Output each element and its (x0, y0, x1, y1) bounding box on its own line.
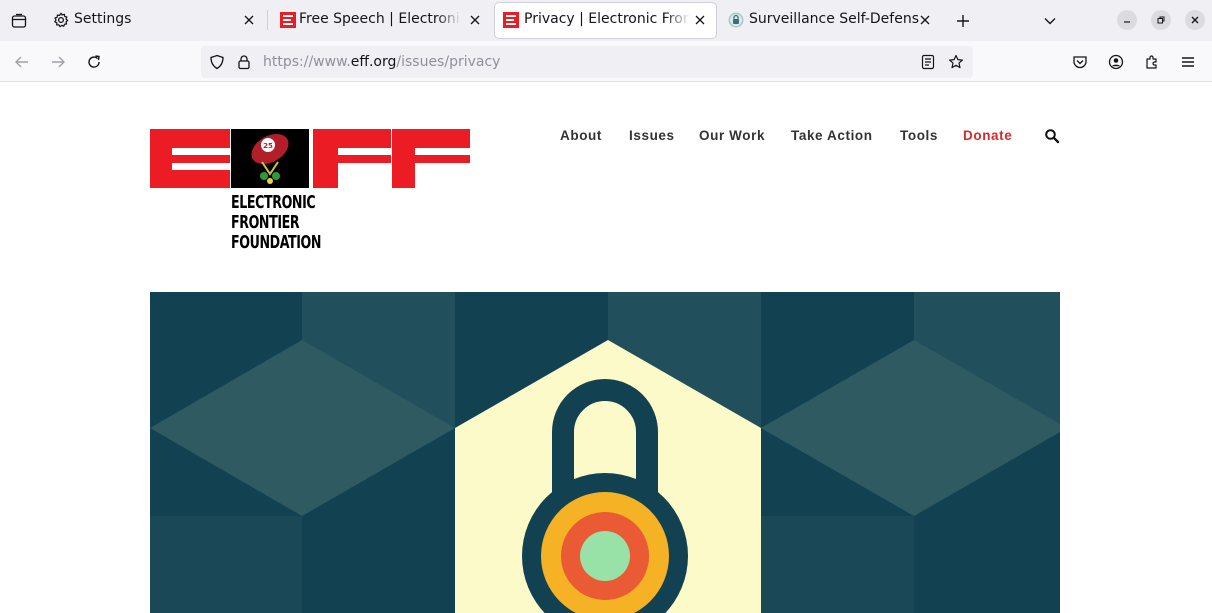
app-menu-button[interactable] (1174, 48, 1202, 76)
back-arrow-icon (15, 56, 28, 68)
plus-icon (957, 15, 969, 27)
forward-arrow-icon (52, 56, 65, 68)
logo-wordmark: ELECTRONIC FRONTIER FOUNDATION (231, 193, 321, 253)
nav-take-action[interactable]: Take Action (791, 128, 873, 143)
tab-free-speech[interactable]: Free Speech | Electronic Frontier Founda… (268, 3, 492, 38)
address-bar[interactable]: https://www.eff.org/issues/privacy (201, 46, 973, 78)
close-tab-icon[interactable] (241, 12, 257, 28)
tab-title: Privacy | Electronic Frontier Foundation (524, 11, 690, 27)
privacy-hero-image (150, 292, 1060, 613)
close-tab-icon[interactable] (467, 12, 483, 28)
minimize-button[interactable] (1117, 10, 1137, 30)
close-icon (1191, 16, 1199, 24)
chevron-down-icon (1044, 18, 1056, 25)
nav-issues[interactable]: Issues (629, 128, 675, 143)
logo-word: FRONTIER (231, 212, 300, 233)
eff-favicon (503, 12, 519, 28)
web-page: 25 ELECTRONIC FRONTIER FOUNDATION About … (0, 83, 1212, 613)
pocket-button[interactable] (1066, 48, 1094, 76)
tab-title: Surveillance Self-Defense (749, 11, 919, 27)
bookmark-star-icon[interactable] (948, 54, 964, 70)
nav-our-work[interactable]: Our Work (699, 128, 765, 143)
reader-view-icon[interactable] (920, 54, 936, 70)
restore-icon (1157, 16, 1165, 24)
reload-icon (88, 55, 100, 68)
account-button[interactable] (1102, 48, 1130, 76)
puzzle-piece-icon (1146, 55, 1157, 69)
forward-button[interactable] (44, 48, 72, 76)
tab-strip: Settings Free Speech | Electronic Fronti… (0, 0, 1212, 41)
list-all-tabs-button[interactable] (1036, 7, 1064, 35)
extensions-button[interactable] (1138, 48, 1166, 76)
tab-title: Settings (74, 11, 132, 27)
logo-word: ELECTRONIC (231, 192, 316, 213)
new-tab-button[interactable] (949, 7, 977, 35)
back-button[interactable] (8, 48, 36, 76)
minimize-icon (1124, 21, 1130, 23)
nav-tools[interactable]: Tools (900, 128, 938, 143)
account-icon (1108, 54, 1124, 70)
close-window-button[interactable] (1185, 10, 1205, 30)
pocket-icon (1073, 56, 1087, 69)
tab-title: Free Speech | Electronic Frontier Founda… (299, 11, 461, 27)
url-text[interactable]: https://www.eff.org/issues/privacy (263, 54, 500, 70)
gear-icon (53, 12, 69, 28)
lock-icon[interactable] (236, 54, 252, 70)
reload-button[interactable] (80, 48, 108, 76)
firefox-view-icon (11, 13, 27, 28)
tracking-protection-shield-icon[interactable] (209, 54, 225, 70)
search-icon[interactable] (1044, 128, 1060, 144)
tab-surveillance-self-defense[interactable]: Surveillance Self-Defense (720, 3, 944, 38)
hamburger-menu-icon (1182, 57, 1194, 67)
firefox-view-button[interactable] (0, 0, 38, 41)
nav-donate[interactable]: Donate (963, 128, 1012, 143)
tab-settings[interactable]: Settings (41, 3, 265, 38)
restore-button[interactable] (1151, 10, 1171, 30)
svg-text:25: 25 (263, 142, 273, 150)
eff-favicon (280, 12, 296, 28)
logo-word: FOUNDATION (231, 232, 322, 253)
close-tab-icon[interactable] (917, 12, 933, 28)
close-tab-icon[interactable] (692, 12, 708, 28)
tab-privacy[interactable]: Privacy | Electronic Frontier Foundation (495, 3, 716, 38)
nav-about[interactable]: About (560, 128, 602, 143)
navigation-toolbar: https://www.eff.org/issues/privacy (0, 41, 1212, 82)
ssd-lock-favicon (728, 12, 744, 28)
